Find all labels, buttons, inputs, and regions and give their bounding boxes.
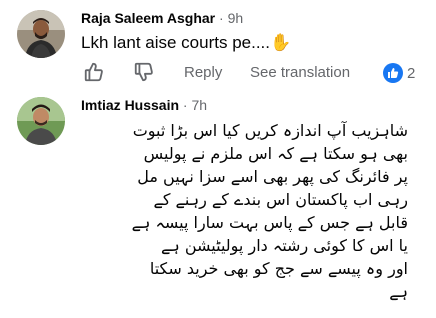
comment-line: ہے [389, 282, 408, 301]
reply-button[interactable]: Reply [184, 61, 222, 85]
author-name[interactable]: Imtiaz Hussain [81, 97, 179, 113]
author-name[interactable]: Raja Saleem Asghar [81, 10, 215, 26]
avatar[interactable] [17, 97, 65, 145]
comment-line: رہی اب پاکستان اس بندے کے رہنے کے [153, 190, 408, 209]
raised-hand-emoji: ✋ [270, 33, 292, 52]
thumbs-up-icon[interactable] [83, 61, 107, 85]
comment-raja-saleem-asghar: Raja Saleem Asghar · 9h Lkh lant aise co… [0, 0, 436, 92]
comment-line: پر فائرنگ کی پھر بھی اسے سزا نہیں مل [137, 167, 408, 186]
reaction-count[interactable]: 2 [383, 61, 415, 85]
meta-separator: · [219, 10, 224, 26]
comment-line: یا اس کا کوئی رشتہ دار پولیٹیشن ہے [161, 236, 408, 255]
comment-text: Lkh lant aise courts pe....✋ [81, 33, 291, 53]
comment-time[interactable]: 9h [228, 10, 244, 26]
thumbs-down-icon[interactable] [133, 61, 157, 85]
comment-text-urdu: شاہزیب آپ اندازہ کریں کیا اس بڑا ثبوت بھ… [78, 119, 408, 303]
comment-line: قابل ہے جس کے پاس بہت سارا پیسہ ہے [131, 213, 408, 232]
comment-line: بھی ہو سکتا ہے کہ اس ملزم نے پولیس [143, 144, 408, 163]
comment-imtiaz-hussain: Imtiaz Hussain · 7h شاہزیب آپ اندازہ کری… [0, 92, 436, 318]
comment-actions: Reply See translation 2 [81, 61, 426, 85]
avatar[interactable] [17, 10, 65, 58]
comment-meta: Raja Saleem Asghar · 9h [81, 10, 243, 26]
meta-separator: · [182, 97, 188, 113]
see-translation-button[interactable]: See translation [250, 61, 350, 85]
comment-meta: Imtiaz Hussain · 7h [81, 97, 207, 113]
comment-line: اور وہ پیسے سے جج کو بھی خرید سکتا [149, 259, 408, 278]
comment-text-content: Lkh lant aise courts pe.... [81, 33, 270, 52]
reaction-count-number: 2 [407, 64, 416, 82]
comment-time[interactable]: 7h [191, 97, 207, 113]
like-reaction-icon [383, 63, 403, 83]
comment-line: شاہزیب آپ اندازہ کریں کیا اس بڑا ثبوت [132, 121, 408, 140]
